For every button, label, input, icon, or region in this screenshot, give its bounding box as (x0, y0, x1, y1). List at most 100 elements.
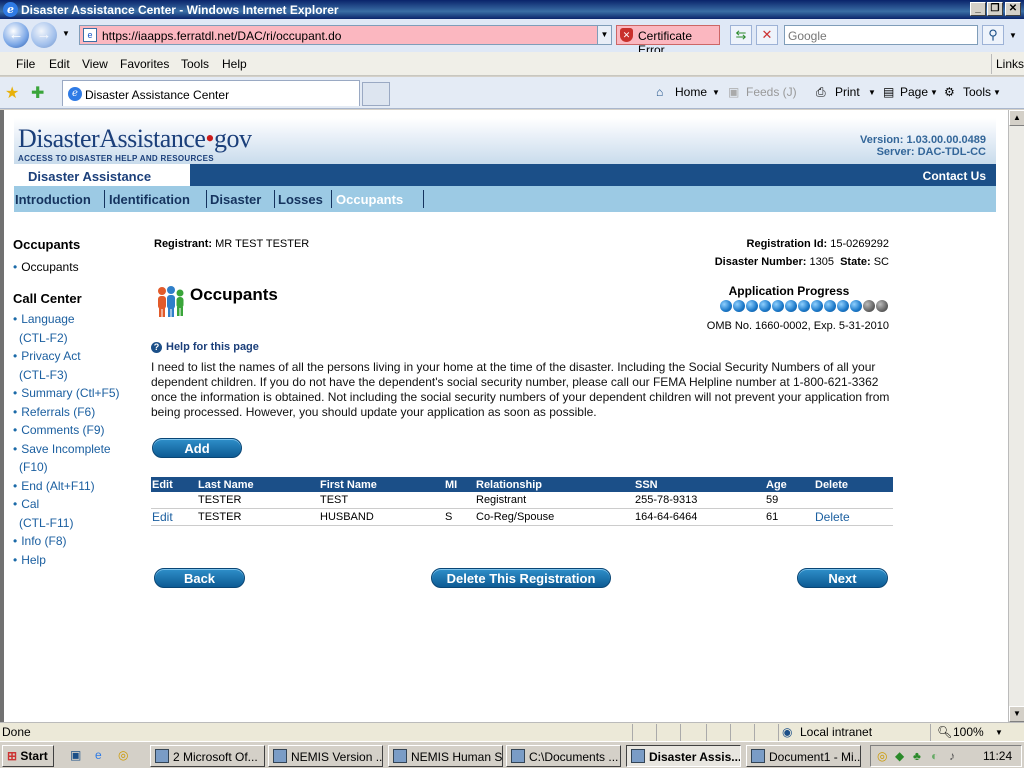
printer-icon[interactable]: ⎙ (816, 85, 826, 100)
links-menu[interactable]: Links (996, 57, 1024, 71)
menu-help[interactable]: Help (222, 57, 247, 71)
search-input[interactable]: Google (784, 25, 978, 45)
forward-nav-icon[interactable]: → (31, 22, 57, 48)
home-button[interactable]: Home (675, 85, 707, 99)
tray-security-icon[interactable]: ♣ (913, 749, 921, 763)
certificate-error-button[interactable]: ✕ Certificate Error (616, 25, 720, 57)
taskbar-item[interactable]: Disaster Assis... (626, 745, 741, 767)
nav-disaster[interactable]: Disaster (210, 192, 261, 207)
home-dropdown-icon[interactable]: ▼ (712, 88, 720, 97)
sidebar-link[interactable]: • End (Alt+F11) (13, 479, 95, 493)
sidebar-link[interactable]: • Comments (F9) (13, 423, 105, 437)
table-cell: TESTER (198, 494, 242, 506)
page-button[interactable]: Page (900, 85, 928, 99)
help-link[interactable]: ? Help for this page (151, 341, 259, 353)
stop-icon[interactable]: ✕ (756, 25, 778, 45)
print-button[interactable]: Print (835, 85, 860, 99)
delete-link[interactable]: Delete (815, 510, 850, 524)
nav-introduction[interactable]: Introduction (15, 192, 91, 207)
tray-volume-icon[interactable]: ♪ (949, 749, 955, 763)
refresh-icon[interactable]: ⇆ (730, 25, 752, 45)
maximize-button[interactable]: ❐ (987, 2, 1003, 16)
zoom-dropdown-icon[interactable]: ▼ (995, 728, 1003, 737)
tray-app-icon[interactable]: ◎ (877, 749, 887, 763)
quicklaunch-outlook-icon[interactable]: ◎ (118, 748, 128, 762)
instructions-text: I need to list the names of all the pers… (151, 360, 890, 419)
back-button[interactable]: Back (154, 568, 245, 588)
tools-dropdown-icon[interactable]: ▼ (993, 88, 1001, 97)
sidebar-link[interactable]: • Referrals (F6) (13, 405, 95, 419)
sidebar-link[interactable]: • Save Incomplete (13, 442, 111, 456)
menu-favorites[interactable]: Favorites (120, 57, 169, 71)
quicklaunch-ie-icon[interactable]: e (95, 748, 102, 762)
status-panel (680, 724, 681, 741)
taskbar-item[interactable]: 2 Microsoft Of... (150, 745, 265, 767)
edit-link[interactable]: Edit (152, 510, 173, 524)
feeds-button[interactable]: Feeds (J) (746, 85, 797, 99)
search-icon[interactable]: ⚲ (982, 25, 1004, 45)
address-bar[interactable]: e https://iaapps.ferratdl.net/DAC/ri/occ… (79, 25, 612, 45)
sidebar-link[interactable]: • Language (13, 312, 75, 326)
contact-us-link[interactable]: Contact Us (923, 169, 986, 183)
search-options-icon[interactable]: ▼ (1009, 31, 1017, 40)
window-title-bar[interactable]: e Disaster Assistance Center - Windows I… (0, 0, 1024, 19)
site-logo[interactable]: DisasterAssistance•gov ACCESS TO DISASTE… (18, 124, 252, 163)
nav-identification[interactable]: Identification (109, 192, 190, 207)
sidebar-link-shortcut[interactable]: (CTL-F2) (19, 331, 68, 345)
close-button[interactable]: ✕ (1005, 2, 1021, 16)
tools-button[interactable]: Tools (963, 85, 991, 99)
nav-occupants[interactable]: Occupants (336, 192, 403, 207)
favorites-star-icon[interactable]: ★ (5, 83, 19, 103)
taskbar-item[interactable]: C:\Documents ... (506, 745, 621, 767)
progress-step-complete (733, 300, 745, 312)
taskbar-item[interactable]: NEMIS Version ... (268, 745, 383, 767)
zoom-level[interactable]: 100% (953, 725, 984, 739)
menu-edit[interactable]: Edit (49, 57, 70, 71)
print-dropdown-icon[interactable]: ▼ (868, 88, 876, 97)
home-icon[interactable]: ⌂ (656, 85, 663, 99)
add-favorite-icon[interactable]: ✚ (31, 83, 44, 103)
tray-network-icon[interactable]: ◆ (895, 749, 904, 763)
new-tab-button[interactable] (362, 82, 390, 106)
vertical-scrollbar[interactable]: ▲ ▼ (1008, 110, 1024, 722)
status-panel (706, 724, 707, 741)
sidebar-link[interactable]: • Info (F8) (13, 534, 67, 548)
taskbar-item[interactable]: NEMIS Human S... (388, 745, 503, 767)
logo-tagline: ACCESS TO DISASTER HELP AND RESOURCES (18, 154, 214, 163)
sidebar-item-occupants[interactable]: • Occupants (13, 260, 79, 274)
address-url[interactable]: https://iaapps.ferratdl.net/DAC/ri/occup… (102, 29, 341, 43)
search-placeholder: Google (788, 29, 827, 43)
delete-registration-button[interactable]: Delete This Registration (431, 568, 611, 588)
minimize-button[interactable]: _ (970, 2, 986, 16)
nav-losses[interactable]: Losses (278, 192, 323, 207)
menu-tools[interactable]: Tools (181, 57, 209, 71)
address-dropdown-icon[interactable]: ▼ (597, 26, 611, 44)
start-button[interactable]: ⊞ Start (2, 745, 54, 767)
sidebar-link-shortcut[interactable]: (F10) (19, 460, 48, 474)
tab-disaster-assistance[interactable]: e Disaster Assistance Center (62, 80, 360, 106)
table-cell: S (445, 511, 453, 523)
add-button[interactable]: Add (152, 438, 242, 458)
scroll-up-icon[interactable]: ▲ (1009, 110, 1024, 126)
next-button[interactable]: Next (797, 568, 888, 588)
sidebar-link[interactable]: • Privacy Act (13, 349, 81, 363)
menu-file[interactable]: File (16, 57, 35, 71)
quicklaunch-desktop-icon[interactable]: ▣ (70, 748, 81, 762)
sidebar-link-shortcut[interactable]: (CTL-F3) (19, 368, 68, 382)
registrant-line: Registrant: MR TEST TESTER (154, 238, 309, 250)
sidebar-link[interactable]: • Summary (Ctl+F5) (13, 386, 120, 400)
history-dropdown-icon[interactable]: ▼ (62, 29, 70, 38)
sidebar-link[interactable]: • Help (13, 553, 46, 567)
sidebar-link[interactable]: • Cal (13, 497, 39, 511)
sidebar-link-shortcut[interactable]: (CTL-F11) (19, 516, 73, 530)
taskbar-item[interactable]: Document1 - Mi... (746, 745, 861, 767)
tray-update-icon[interactable]: ◐ (931, 749, 938, 763)
security-zone: Local intranet (800, 725, 873, 739)
table-row: TESTER TEST Registrant 255-78-9313 59 (151, 492, 893, 509)
page-dropdown-icon[interactable]: ▼ (930, 88, 938, 97)
back-nav-icon[interactable]: ← (3, 22, 29, 48)
menu-view[interactable]: View (82, 57, 108, 71)
scroll-down-icon[interactable]: ▼ (1009, 706, 1024, 722)
status-text: Done (2, 725, 31, 739)
table-header: Edit Last Name First Name MI Relationship SSN… (151, 477, 893, 492)
